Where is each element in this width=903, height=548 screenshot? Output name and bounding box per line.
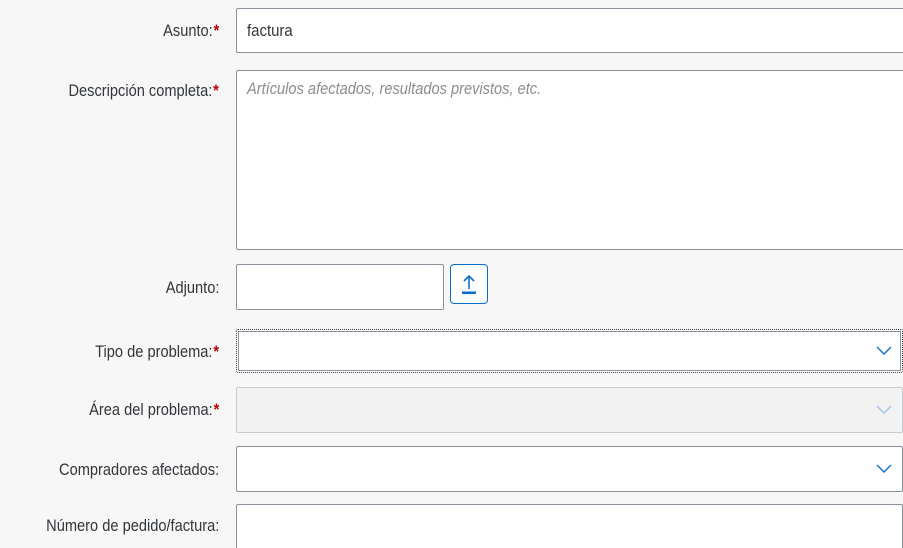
- description-textarea[interactable]: Artículos afectados, resultados previsto…: [236, 70, 903, 250]
- affected-buyers-select[interactable]: [236, 446, 903, 492]
- affected-buyers-label: Compradores afectados:: [59, 460, 219, 480]
- required-mark: *: [213, 400, 219, 419]
- description-label-text: Descripción completa:: [68, 81, 213, 100]
- subject-label: Asunto:*: [163, 21, 219, 41]
- subject-input[interactable]: factura: [236, 8, 903, 53]
- order-invoice-number-label-text: Número de pedido/factura:: [45, 516, 219, 535]
- attachment-label: Adjunto:: [165, 278, 219, 298]
- order-invoice-number-label: Número de pedido/factura:: [46, 516, 219, 536]
- problem-type-label: Tipo de problema:*: [95, 342, 219, 362]
- affected-buyers-label-text: Compradores afectados:: [58, 460, 219, 479]
- problem-type-select[interactable]: [236, 329, 903, 373]
- problem-area-label-text: Área del problema:: [88, 400, 213, 419]
- upload-button[interactable]: [450, 264, 488, 304]
- support-request-form: Asunto:* factura Descripción completa:* …: [0, 0, 903, 548]
- required-mark: *: [213, 81, 219, 100]
- required-mark: *: [213, 342, 219, 361]
- problem-area-select: [236, 387, 903, 433]
- problem-area-label: Área del problema:*: [89, 400, 219, 420]
- description-placeholder: Artículos afectados, resultados previsto…: [247, 79, 542, 98]
- chevron-down-icon[interactable]: [876, 464, 892, 474]
- chevron-down-icon: [876, 405, 892, 414]
- subject-label-text: Asunto:: [162, 21, 213, 40]
- subject-input-value: factura: [247, 21, 293, 40]
- required-mark: *: [213, 21, 219, 40]
- description-label: Descripción completa:*: [69, 81, 219, 101]
- chevron-down-icon[interactable]: [876, 346, 892, 356]
- problem-type-label-text: Tipo de problema:: [95, 342, 213, 361]
- upload-icon: [462, 274, 476, 294]
- order-invoice-number-input[interactable]: [236, 504, 903, 548]
- attachment-file-input[interactable]: [236, 264, 444, 310]
- attachment-label-text: Adjunto:: [165, 278, 219, 297]
